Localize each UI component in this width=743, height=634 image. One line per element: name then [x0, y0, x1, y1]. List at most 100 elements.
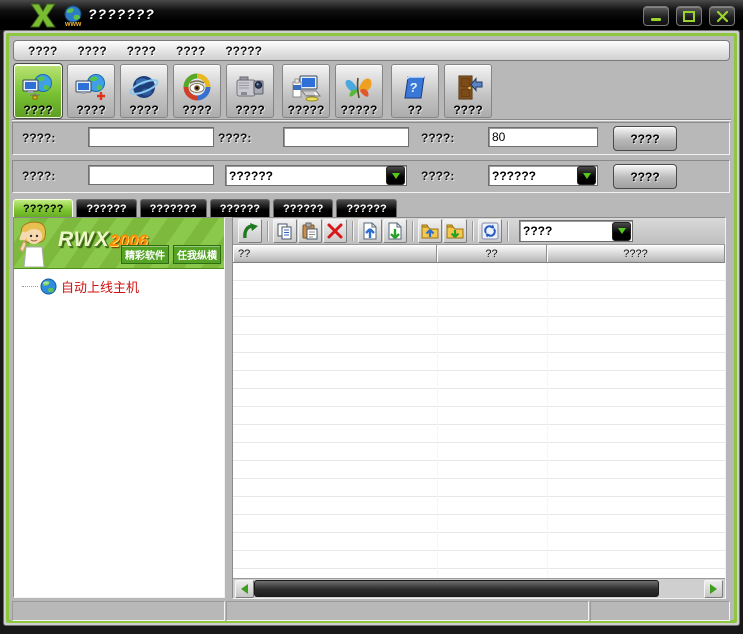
option-combo-2-value: ??????: [489, 169, 577, 183]
folder-download-button[interactable]: [443, 219, 467, 243]
column-header-3[interactable]: ????: [547, 245, 725, 263]
chevron-down-icon[interactable]: [386, 166, 405, 185]
svg-text:www: www: [64, 21, 82, 27]
paste-button[interactable]: [298, 219, 322, 243]
delete-x-icon: [326, 222, 344, 240]
toolbar-button-help[interactable]: ? ??: [391, 64, 439, 118]
remote-control-icon: [22, 73, 54, 103]
toolbar-button-exit[interactable]: ????: [444, 64, 492, 118]
folder-download-icon: [446, 222, 464, 240]
tree-item-auto-online-hosts[interactable]: 自动上线主机: [22, 277, 224, 296]
toolbar-button-surveillance[interactable]: ????: [173, 64, 221, 118]
file-download-button[interactable]: [383, 219, 407, 243]
tab-6[interactable]: ??????: [336, 199, 396, 217]
butterfly-icon: [343, 73, 375, 103]
tree-connector: [22, 286, 38, 287]
list-filter-combo[interactable]: ????: [519, 220, 633, 242]
folder-upload-button[interactable]: [418, 219, 442, 243]
tab-1[interactable]: ??????: [13, 199, 73, 217]
menu-item-4[interactable]: ????: [176, 44, 205, 58]
connect-button[interactable]: ????: [613, 126, 677, 151]
banner-logo-text: RWX: [58, 228, 110, 251]
option-input[interactable]: [88, 165, 214, 185]
toolbar-label: ????: [453, 103, 482, 117]
tab-bar: ?????? ?????? ??????? ?????? ?????? ????…: [13, 199, 397, 217]
close-button[interactable]: [709, 6, 735, 26]
option-combo-1[interactable]: ??????: [225, 165, 407, 186]
tab-5[interactable]: ??????: [273, 199, 333, 217]
address-input[interactable]: [283, 127, 409, 147]
window-body: ???? ???? ???? ???? ?????: [9, 36, 734, 620]
port-input[interactable]: [488, 127, 598, 147]
horizontal-scrollbar[interactable]: [233, 578, 725, 598]
toolbar-button-add-host[interactable]: ????: [67, 64, 115, 118]
reload-button[interactable]: [478, 219, 502, 243]
menu-item-1[interactable]: ????: [28, 44, 57, 58]
option-combo-2-label: ????:: [421, 169, 454, 183]
toolbar-button-internet[interactable]: ????: [120, 64, 168, 118]
globe-icon: [40, 278, 57, 295]
host-input[interactable]: [88, 127, 214, 147]
status-section-2: [226, 601, 589, 621]
list-toolbar: ????: [233, 218, 725, 245]
delete-button[interactable]: [323, 219, 347, 243]
status-bar: [12, 601, 730, 621]
scroll-left-button[interactable]: [235, 580, 254, 598]
banner-ad[interactable]: RWX2006 精彩软件 任我纵横: [14, 218, 224, 269]
option-field-label: ????:: [22, 169, 55, 183]
tab-3[interactable]: ???????: [140, 199, 207, 217]
sidebar: RWX2006 精彩软件 任我纵横: [13, 217, 225, 598]
column-header-1[interactable]: ??: [233, 245, 437, 263]
toolbar-button-install[interactable]: ?????: [282, 64, 330, 118]
scroll-right-icon: [710, 584, 717, 594]
chevron-down-icon[interactable]: [577, 166, 596, 185]
host-list-body[interactable]: [233, 263, 725, 578]
toolbar-divider: [12, 119, 731, 121]
connect-field-label-1: ????:: [22, 131, 55, 145]
folder-upload-icon: [421, 222, 439, 240]
scroll-right-button[interactable]: [704, 580, 723, 598]
chevron-down-icon[interactable]: [612, 222, 631, 241]
column-header-2[interactable]: ??: [437, 245, 547, 263]
toolbar-button-camera[interactable]: ????: [226, 64, 274, 118]
menu-item-5[interactable]: ?????: [225, 44, 262, 58]
status-section-3: [590, 601, 730, 621]
option-button[interactable]: ????: [613, 164, 677, 189]
toolbar-separator: [352, 221, 354, 241]
toolbar-separator: [472, 221, 474, 241]
go-arrow-button[interactable]: [238, 219, 262, 243]
file-upload-button[interactable]: [358, 219, 382, 243]
toolbar-label: ????: [182, 103, 211, 117]
main-toolbar: ???? ????: [14, 63, 493, 118]
tab-4[interactable]: ??????: [210, 199, 270, 217]
connect-bar: ????: ????: ????: ????: [12, 122, 730, 155]
exit-door-icon: [452, 73, 484, 103]
menu-item-2[interactable]: ????: [77, 44, 106, 58]
connect-field-label-3: ????:: [421, 131, 454, 145]
title-bar: www ???????: [0, 0, 743, 30]
host-list-panel: ???? ?? ?? ????: [232, 217, 726, 599]
paste-icon: [301, 222, 319, 240]
svg-text:?: ?: [409, 80, 419, 95]
add-host-icon: [75, 73, 107, 103]
maximize-button[interactable]: [676, 6, 702, 26]
window-frame: ???? ???? ???? ???? ?????: [3, 30, 740, 626]
surveillance-eye-icon: [181, 73, 213, 103]
toolbar-separator: [412, 221, 414, 241]
close-icon: [717, 11, 728, 22]
toolbar-button-remote-control[interactable]: ????: [14, 64, 62, 118]
reload-icon: [481, 222, 499, 240]
tab-2[interactable]: ??????: [76, 199, 136, 217]
minimize-icon: [651, 18, 661, 21]
connect-field-label-2: ????:: [218, 131, 251, 145]
skin-x-logo-icon: [28, 2, 58, 29]
banner-badge-1: 精彩软件: [121, 245, 169, 264]
toolbar-button-butterfly[interactable]: ?????: [335, 64, 383, 118]
menu-item-3[interactable]: ????: [127, 44, 156, 58]
option-combo-2[interactable]: ??????: [488, 165, 598, 186]
copy-button[interactable]: [273, 219, 297, 243]
list-filter-value: ????: [520, 224, 612, 238]
minimize-button[interactable]: [643, 6, 669, 26]
scrollbar-thumb[interactable]: [254, 580, 659, 597]
menu-bar: ???? ???? ???? ???? ?????: [13, 40, 730, 61]
